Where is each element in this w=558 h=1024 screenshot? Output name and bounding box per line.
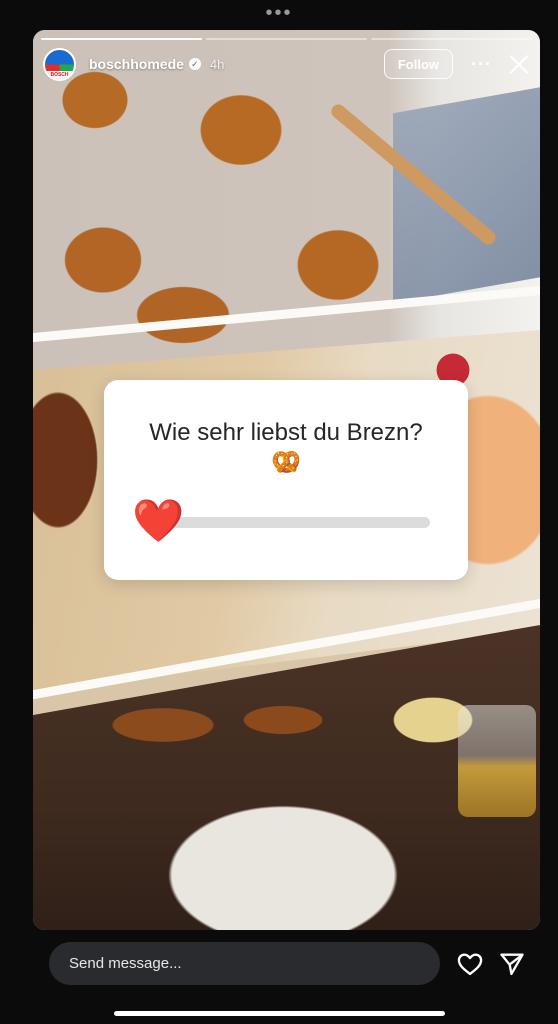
mustard-jar-decor [458, 705, 536, 817]
username[interactable]: boschhomede [89, 56, 184, 72]
close-icon[interactable] [508, 53, 530, 75]
verified-badge-icon: ✓ [188, 58, 201, 70]
like-heart-icon[interactable] [456, 950, 484, 978]
progress-fill [41, 38, 202, 40]
send-icon[interactable] [498, 950, 526, 978]
progress-segment [41, 38, 202, 40]
follow-button[interactable]: Follow [383, 49, 454, 79]
progress-segment [371, 38, 532, 40]
heart-emoji-slider-icon[interactable]: ❤️ [132, 500, 184, 542]
story-viewer[interactable]: BOSCH boschhomede ✓ 4h Follow ··· Wie se… [33, 30, 540, 930]
poll-slider-sticker[interactable]: Wie sehr liebst du Brezn? 🥨 ❤️ [104, 380, 468, 580]
drag-handle-dots: ••• [265, 2, 293, 24]
progress-segment [206, 38, 367, 40]
story-progress [41, 38, 532, 40]
avatar[interactable]: BOSCH [43, 47, 76, 81]
slider-track[interactable] [166, 517, 430, 528]
post-time: 4h [209, 56, 225, 72]
story-header: BOSCH boschhomede ✓ 4h Follow ··· [43, 46, 530, 82]
send-message-input[interactable] [49, 942, 440, 985]
poll-question: Wie sehr liebst du Brezn? 🥨 [149, 419, 423, 476]
avatar-label: BOSCH [45, 70, 74, 79]
more-options-icon[interactable]: ··· [471, 54, 492, 75]
home-indicator [114, 1011, 445, 1016]
